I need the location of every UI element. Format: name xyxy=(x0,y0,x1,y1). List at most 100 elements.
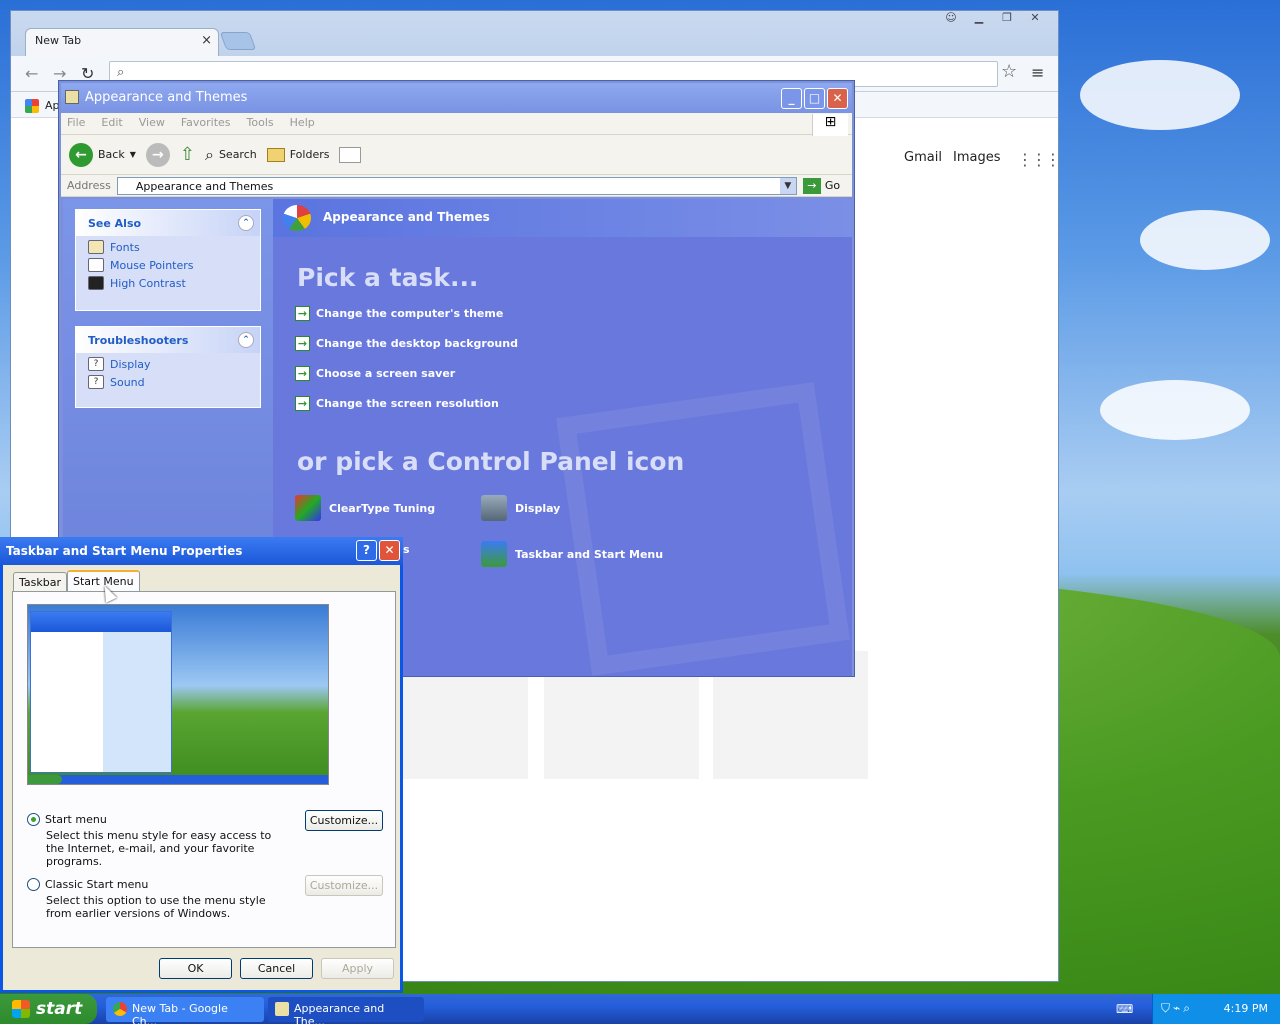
mouse-icon xyxy=(88,258,104,272)
start-menu-option[interactable]: Start menu xyxy=(27,813,107,826)
cancel-button[interactable]: Cancel xyxy=(240,958,313,979)
address-input[interactable]: Appearance and Themes ▼ xyxy=(116,176,797,195)
search-button[interactable]: ⌕ Search xyxy=(205,145,257,165)
security-shield-icon[interactable]: ⛉ xyxy=(1161,1001,1170,1016)
start-menu-radio[interactable] xyxy=(27,813,40,826)
forward-button[interactable]: → xyxy=(145,142,170,167)
taskbar-item-chrome[interactable]: New Tab - Google Ch... xyxy=(106,997,264,1024)
keyboard-icon[interactable]: ⌨ xyxy=(1116,1002,1133,1016)
window-titlebar[interactable]: Appearance and Themes _ □ ✕ xyxy=(61,83,852,113)
taskbar-icon xyxy=(481,541,507,567)
cp-display[interactable]: Display xyxy=(481,495,560,521)
ok-button[interactable]: OK xyxy=(159,958,232,979)
pick-task-heading: Pick a task... xyxy=(297,263,479,292)
link-fonts[interactable]: Fonts xyxy=(76,236,260,254)
arrow-icon: → xyxy=(295,396,310,411)
category-header: Appearance and Themes xyxy=(273,199,852,237)
new-tab-button[interactable] xyxy=(219,32,257,50)
windows-flag-icon xyxy=(12,1000,30,1018)
taskbar-item-appearance[interactable]: Appearance and The... xyxy=(268,997,424,1024)
start-button[interactable]: start xyxy=(0,994,97,1024)
restore-icon[interactable]: ❐ xyxy=(994,11,1020,29)
folder-icon xyxy=(266,147,285,162)
apps-bookmark[interactable]: Ap xyxy=(45,99,60,112)
start-menu-tab-panel: Start menu Select this menu style for ea… xyxy=(12,591,396,948)
menu-favorites[interactable]: Favorites xyxy=(181,116,231,131)
minimize-icon[interactable]: ▁ xyxy=(966,11,992,29)
folders-button[interactable]: Folders xyxy=(266,147,329,162)
back-arrow-icon[interactable]: ← xyxy=(25,64,38,83)
link-high-contrast[interactable]: High Contrast xyxy=(76,272,260,290)
link-display-troubleshooter[interactable]: ? Display xyxy=(76,353,260,371)
back-button[interactable]: ← Back ▼ xyxy=(69,142,136,167)
task-change-theme[interactable]: → Change the computer's theme xyxy=(295,306,503,321)
google-apps-icon[interactable]: ⋮⋮⋮ xyxy=(1017,150,1061,169)
network-icon[interactable]: ⌁ xyxy=(1173,1001,1180,1016)
high-contrast-icon xyxy=(88,276,104,290)
watermark xyxy=(556,382,850,676)
back-arrow-icon: ← xyxy=(69,142,93,167)
window-title: Appearance and Themes xyxy=(85,90,248,105)
menu-icon[interactable]: ≡ xyxy=(1031,63,1044,82)
menu-bar: File Edit View Favorites Tools Help xyxy=(61,113,852,135)
bookmark-star-icon[interactable]: ☆ xyxy=(1001,61,1017,82)
views-icon[interactable] xyxy=(339,146,362,163)
dialog-title: Taskbar and Start Menu Properties xyxy=(6,544,243,558)
preview-menu-header xyxy=(31,612,171,632)
menu-file[interactable]: File xyxy=(67,116,85,131)
search-icon[interactable]: ⌕ xyxy=(1183,1001,1190,1016)
address-label: Address xyxy=(67,179,111,192)
close-button[interactable]: ✕ xyxy=(379,540,400,561)
task-screen-resolution[interactable]: → Change the screen resolution xyxy=(295,396,499,411)
dialog-tabs: Taskbar Start Menu xyxy=(13,570,140,592)
images-link[interactable]: Images xyxy=(953,150,1001,165)
minimize-button[interactable]: _ xyxy=(781,88,802,109)
cp-cleartype-tuning[interactable]: ClearType Tuning xyxy=(295,495,435,521)
chevron-down-icon[interactable]: ▼ xyxy=(130,150,136,159)
apps-icon[interactable] xyxy=(25,99,39,113)
user-icon[interactable]: ☺ xyxy=(938,11,964,29)
troubleshooters-panel: Troubleshooters ⌃ ? Display ? Sound xyxy=(75,326,261,408)
cloud xyxy=(1100,380,1250,440)
collapse-icon[interactable]: ⌃ xyxy=(238,215,254,231)
classic-start-menu-radio[interactable] xyxy=(27,878,40,891)
maximize-button[interactable]: □ xyxy=(804,88,825,109)
gmail-link[interactable]: Gmail xyxy=(904,150,942,165)
menu-view[interactable]: View xyxy=(139,116,165,131)
help-icon: ? xyxy=(88,375,104,389)
preview-start-menu xyxy=(30,611,172,773)
close-icon[interactable]: × xyxy=(201,33,212,48)
cp-folder-options[interactable]: s xyxy=(403,543,410,556)
menu-edit[interactable]: Edit xyxy=(101,116,122,131)
task-change-background[interactable]: → Change the desktop background xyxy=(295,336,518,351)
close-icon[interactable]: ✕ xyxy=(1022,11,1048,29)
go-button[interactable]: → Go xyxy=(802,177,840,194)
address-bar: Address Appearance and Themes ▼ → Go xyxy=(61,175,852,197)
panel-title[interactable]: See Also ⌃ xyxy=(76,210,260,236)
help-button[interactable]: ? xyxy=(356,540,377,561)
link-sound-troubleshooter[interactable]: ? Sound xyxy=(76,371,260,389)
customize-button[interactable]: Customize... xyxy=(305,810,383,831)
arrow-icon: → xyxy=(295,336,310,351)
chevron-down-icon[interactable]: ▼ xyxy=(779,177,796,194)
menu-tools[interactable]: Tools xyxy=(247,116,274,131)
panel-title[interactable]: Troubleshooters ⌃ xyxy=(76,327,260,353)
dialog-titlebar[interactable]: Taskbar and Start Menu Properties ? ✕ xyxy=(0,537,403,565)
up-folder-icon[interactable]: ⇧ xyxy=(180,144,195,165)
fonts-folder-icon xyxy=(88,240,104,254)
search-icon: ⌕ xyxy=(117,65,125,80)
tab-title: New Tab xyxy=(35,34,82,47)
collapse-icon[interactable]: ⌃ xyxy=(238,332,254,348)
cp-taskbar-start-menu[interactable]: Taskbar and Start Menu xyxy=(481,541,663,567)
tab-new-tab[interactable]: New Tab × xyxy=(25,28,219,56)
tab-taskbar[interactable]: Taskbar xyxy=(13,572,67,592)
classic-start-menu-option[interactable]: Classic Start menu xyxy=(27,878,148,891)
task-screen-saver[interactable]: → Choose a screen saver xyxy=(295,366,455,381)
link-mouse-pointers[interactable]: Mouse Pointers xyxy=(76,254,260,272)
menu-help[interactable]: Help xyxy=(290,116,315,131)
display-icon xyxy=(481,495,507,521)
start-menu-description: Select this menu style for easy access t… xyxy=(46,829,272,868)
clock[interactable]: 4:19 PM xyxy=(1224,1002,1268,1015)
classic-start-menu-description: Select this option to use the menu style… xyxy=(46,894,266,920)
close-button[interactable]: ✕ xyxy=(827,88,848,109)
